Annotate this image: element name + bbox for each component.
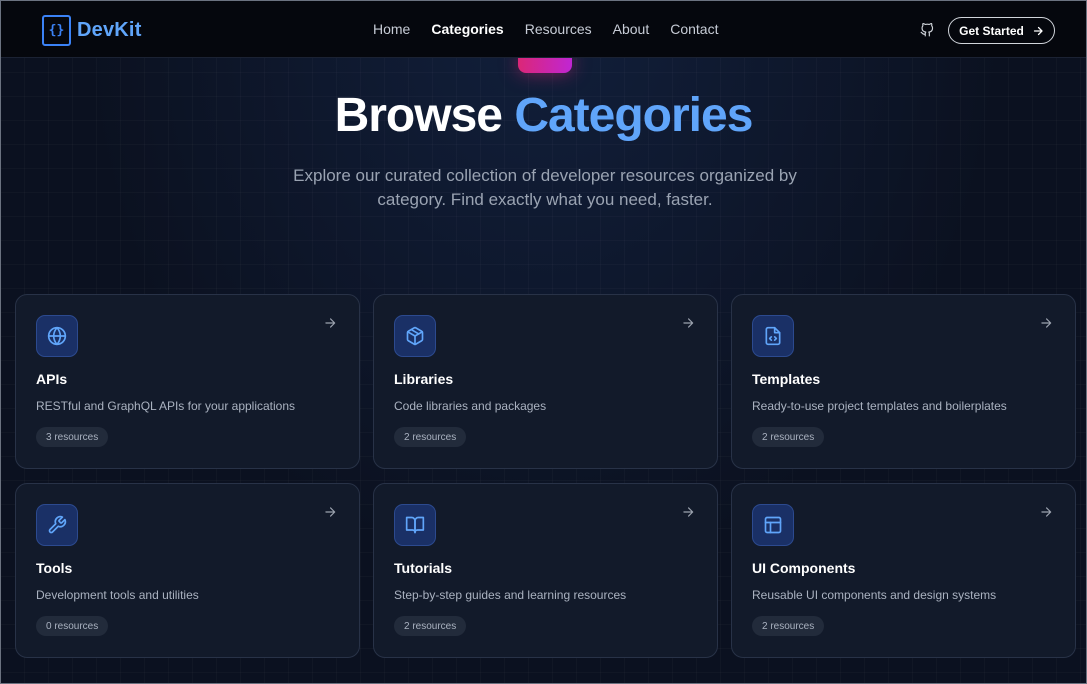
card-title: UI Components xyxy=(752,560,856,576)
category-card-apis[interactable]: APIs RESTful and GraphQL APIs for your a… xyxy=(15,294,360,469)
globe-icon xyxy=(36,315,78,357)
arrow-right-icon xyxy=(1033,26,1043,35)
card-description: RESTful and GraphQL APIs for your applic… xyxy=(36,399,296,413)
package-icon xyxy=(394,315,436,357)
category-card-ui-components[interactable]: UI Components Reusable UI components and… xyxy=(731,483,1076,658)
layout-icon xyxy=(752,504,794,546)
card-title: Libraries xyxy=(394,371,454,387)
card-title: Tutorials xyxy=(394,560,453,576)
resource-count-badge: 2 resources xyxy=(394,616,467,636)
category-card-libraries[interactable]: Libraries Code libraries and packages 2 … xyxy=(373,294,718,469)
card-title: APIs xyxy=(36,371,68,387)
resource-count-badge: 3 resources xyxy=(36,427,109,447)
get-started-button[interactable]: Get Started xyxy=(948,17,1055,44)
active-tab-indicator xyxy=(518,56,572,73)
brand-name: DevKit xyxy=(77,18,142,41)
nav-link-contact[interactable]: Contact xyxy=(670,21,718,37)
category-card-tutorials[interactable]: Tutorials Step-by-step guides and learni… xyxy=(373,483,718,658)
top-navbar: {} DevKit Home Categories Resources Abou… xyxy=(0,0,1087,58)
page-title-main: Browse xyxy=(334,89,503,142)
get-started-label: Get Started xyxy=(959,23,1024,38)
page-title-accent: Categories xyxy=(514,89,753,142)
resource-count-badge: 2 resources xyxy=(752,427,825,447)
arrow-right-icon xyxy=(325,318,336,328)
card-description: Ready-to-use project templates and boile… xyxy=(752,399,1007,413)
resource-count-badge: 2 resources xyxy=(394,427,467,447)
resource-count-badge: 0 resources xyxy=(36,616,109,636)
file-code-icon xyxy=(752,315,794,357)
card-description: Code libraries and packages xyxy=(394,399,547,413)
wrench-icon xyxy=(36,504,78,546)
page-title: Browse Categories xyxy=(0,88,1087,143)
book-open-icon xyxy=(394,504,436,546)
github-icon[interactable] xyxy=(920,22,934,38)
code-braces-icon: {} xyxy=(42,14,71,46)
page-subtitle: Explore our curated collection of develo… xyxy=(293,166,797,209)
card-title: Tools xyxy=(36,560,73,576)
brand-logo[interactable]: {} DevKit xyxy=(42,14,142,46)
arrow-right-icon xyxy=(683,318,694,328)
category-card-tools[interactable]: Tools Development tools and utilities 0 … xyxy=(15,483,360,658)
arrow-right-icon xyxy=(1041,507,1052,517)
arrow-right-icon xyxy=(325,507,336,517)
card-description: Development tools and utilities xyxy=(36,588,199,602)
arrow-right-icon xyxy=(683,507,694,517)
resource-count-badge: 2 resources xyxy=(752,616,825,636)
nav-links: Home Categories Resources About Contact xyxy=(373,21,739,37)
nav-link-home[interactable]: Home xyxy=(373,21,410,37)
category-card-templates[interactable]: Templates Ready-to-use project templates… xyxy=(731,294,1076,469)
card-title: Templates xyxy=(752,371,821,387)
arrow-right-icon xyxy=(1041,318,1052,328)
nav-link-resources[interactable]: Resources xyxy=(525,21,592,37)
nav-link-categories[interactable]: Categories xyxy=(431,21,503,37)
nav-link-about[interactable]: About xyxy=(613,21,650,37)
card-description: Reusable UI components and design system… xyxy=(752,588,997,602)
card-description: Step-by-step guides and learning resourc… xyxy=(394,588,627,602)
